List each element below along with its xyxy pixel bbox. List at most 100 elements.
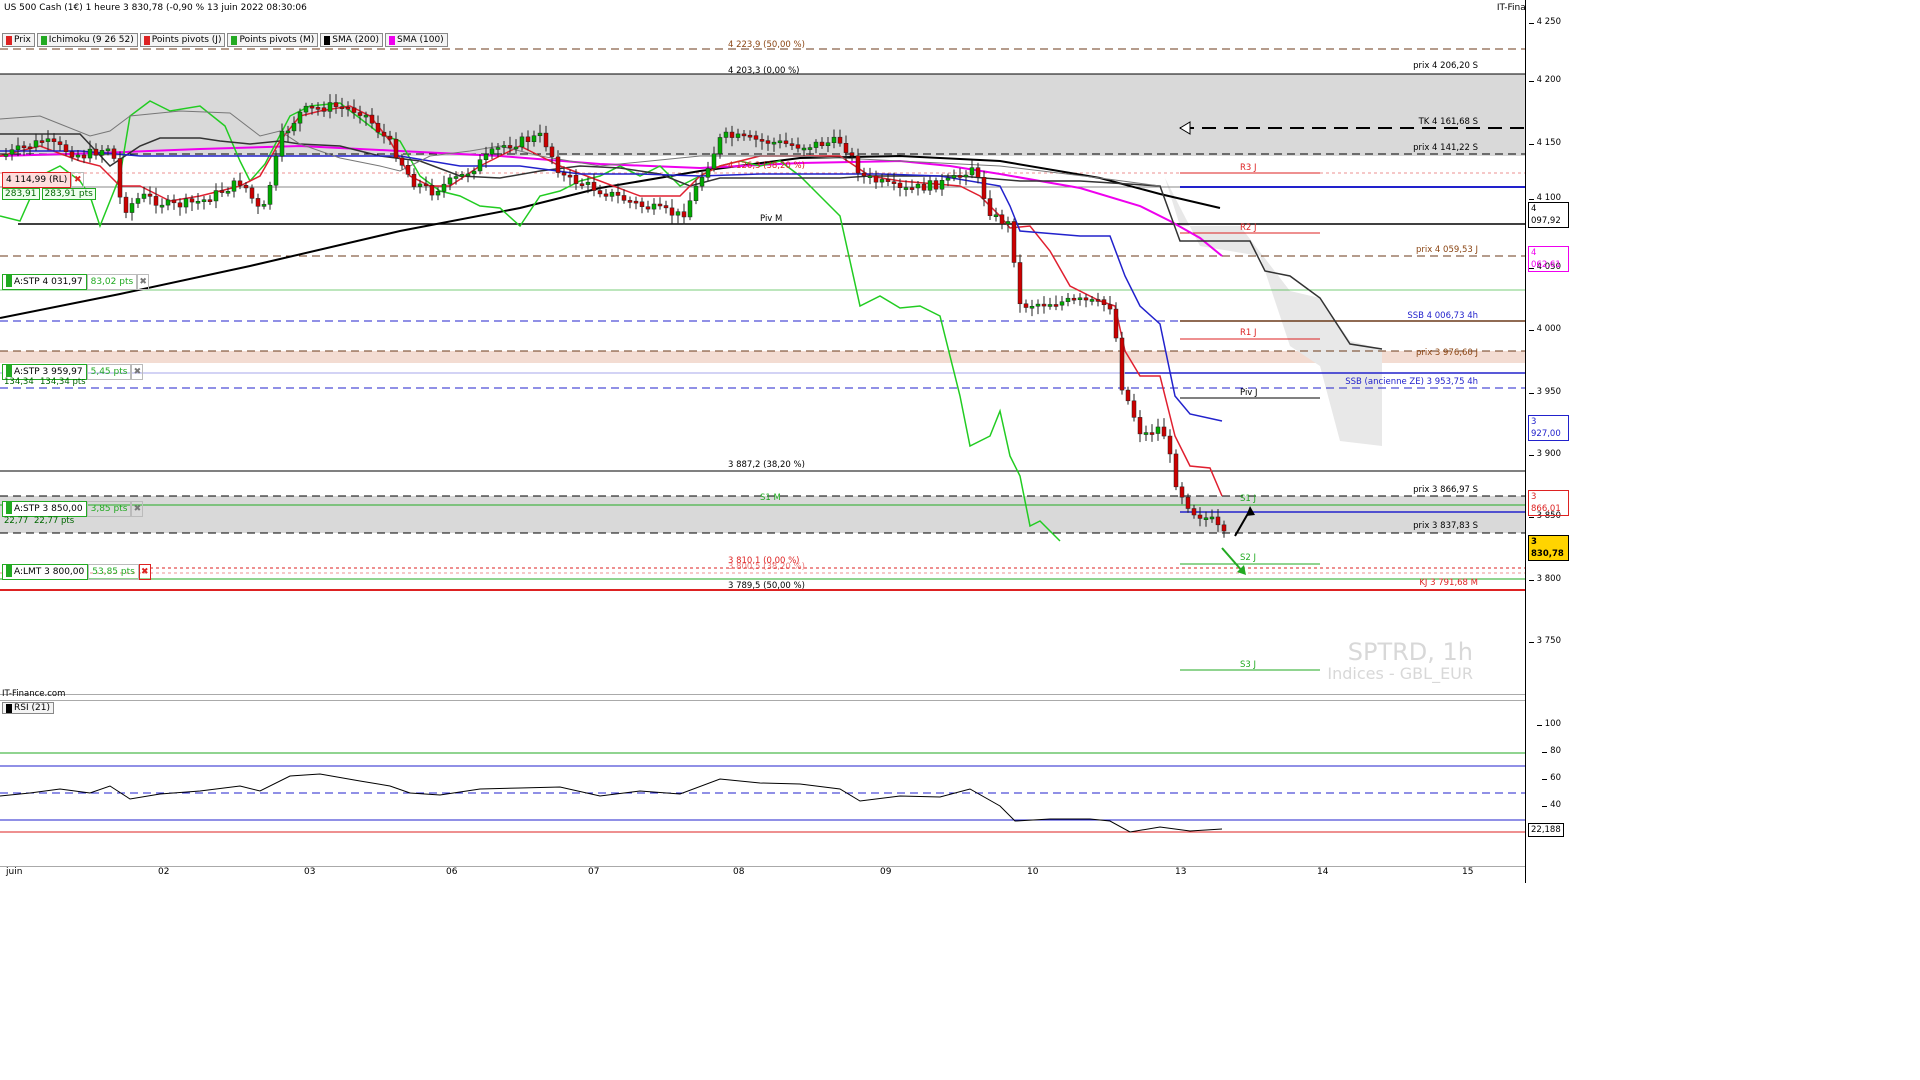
tick-3800: 3 800 xyxy=(1528,574,1561,584)
x-label-03: 03 xyxy=(304,867,316,877)
s1m-label: S1 M xyxy=(760,493,781,503)
rsi-line xyxy=(0,773,1223,833)
candle-body xyxy=(1185,496,1191,509)
s2j-label: S2 J xyxy=(1240,553,1257,563)
legend-ichimoku[interactable]: Ichimoku (9 26 52) xyxy=(36,33,138,47)
candle-body xyxy=(1137,417,1143,435)
candle-body xyxy=(855,155,861,174)
legend-pivots-j[interactable]: Points pivots (J) xyxy=(139,33,226,47)
price-chart[interactable]: Prix Ichimoku (9 26 52) Points pivots (J… xyxy=(0,16,1525,695)
order-stp-3850[interactable]: A:STP 3 850,00 3,85 pts ✖ xyxy=(2,501,144,517)
candle-body xyxy=(153,196,159,206)
candle-body xyxy=(447,177,453,185)
tick-3900: 3 900 xyxy=(1528,449,1561,459)
candle-body xyxy=(753,135,759,140)
fib-hidden-label: 3 800,5 (38,20 %) xyxy=(728,562,805,572)
x-label-10: 10 xyxy=(1027,867,1039,877)
candle-body xyxy=(765,140,771,144)
candle-body xyxy=(213,190,219,202)
candle-body xyxy=(1107,304,1113,310)
candle-body xyxy=(141,193,147,199)
rl-label: 4 114,99 (RL) xyxy=(2,172,72,188)
x-label-15: 15 xyxy=(1462,867,1474,877)
fib-382-mid-label: 3 887,2 (38,20 %) xyxy=(728,460,805,470)
candle-body xyxy=(357,112,363,116)
candle-body xyxy=(363,114,369,118)
kijun-line xyxy=(0,133,1383,350)
price-axis[interactable]: 4 250 4 200 4 150 4 100 4 050 4 000 3 95… xyxy=(1525,0,1569,883)
price-tag-sma100: 4 062,61 xyxy=(1528,246,1569,272)
candle-body xyxy=(1221,524,1227,532)
prix-3837-label: prix 3 837,83 S xyxy=(1413,521,1478,531)
candle-body xyxy=(795,144,801,149)
legend-sma200[interactable]: SMA (200) xyxy=(320,33,383,47)
candle-body xyxy=(243,185,249,189)
candle-body xyxy=(699,177,705,187)
candle-body xyxy=(759,139,765,142)
candle-body xyxy=(453,176,459,179)
candle-body xyxy=(1029,305,1035,309)
price-chart-canvas[interactable] xyxy=(0,16,1525,694)
candle-body xyxy=(633,200,639,204)
candle-body xyxy=(351,107,357,113)
candle-body xyxy=(915,183,921,189)
candle-body xyxy=(1131,400,1137,418)
candle-body xyxy=(831,136,837,143)
candle-body xyxy=(789,143,795,146)
rsi-canvas xyxy=(0,752,1525,833)
chart-title: US 500 Cash (1€) 1 heure 3 830,78 (-0,90… xyxy=(4,3,307,13)
candle-body xyxy=(375,122,381,133)
legend-prix[interactable]: Prix xyxy=(2,33,35,47)
x-label-06: 06 xyxy=(446,867,458,877)
candle-body xyxy=(1077,297,1083,301)
piv-j-label: Piv J xyxy=(1240,388,1258,398)
candle-body xyxy=(285,130,291,134)
close-icon[interactable]: ✖ xyxy=(131,364,144,380)
ichimoku-cloud xyxy=(1165,178,1382,446)
candle-body xyxy=(987,198,993,216)
candle-body xyxy=(393,138,399,159)
close-icon[interactable]: ✖ xyxy=(131,501,144,517)
rl-value-2: 283,91 pts xyxy=(41,188,96,200)
candle-body xyxy=(297,111,303,124)
candle-body xyxy=(237,180,243,186)
legend-pivots-m[interactable]: Points pivots (M) xyxy=(227,33,319,47)
candle-body xyxy=(471,170,477,175)
candle-body xyxy=(435,191,441,196)
candle-body xyxy=(663,205,669,209)
candle-body xyxy=(903,187,909,190)
candle-body xyxy=(615,191,621,196)
rl-close-icon[interactable]: ✖ xyxy=(71,172,85,188)
rsi-panel[interactable]: RSI (21) xyxy=(0,700,1525,867)
stp-small-value-d: 22,77 pts xyxy=(34,516,75,526)
candle-body xyxy=(861,172,867,177)
close-icon[interactable]: ✖ xyxy=(138,564,151,580)
candle-body xyxy=(63,144,69,152)
candle-body xyxy=(45,138,51,142)
candle-body xyxy=(381,131,387,137)
candle-body xyxy=(693,185,699,201)
candle-body xyxy=(1089,299,1095,302)
order-stp-4031[interactable]: A:STP 4 031,97 83,02 pts ✖ xyxy=(2,274,150,290)
candle-body xyxy=(867,175,873,178)
candle-body xyxy=(939,180,945,190)
candle-body xyxy=(189,198,195,203)
s1j-label: S1 J xyxy=(1240,494,1257,504)
time-axis[interactable]: juin 02 03 06 07 08 09 10 13 14 15 xyxy=(0,865,1525,883)
candle-body xyxy=(585,181,591,185)
candle-body xyxy=(1167,435,1173,455)
candle-body xyxy=(873,175,879,183)
candle-body xyxy=(1191,508,1197,516)
candle-body xyxy=(579,183,585,186)
close-icon[interactable]: ✖ xyxy=(137,274,150,290)
prix-4141-label: prix 4 141,22 S xyxy=(1413,143,1478,153)
candle-body xyxy=(477,159,483,172)
candle-body xyxy=(969,167,975,176)
rl-order-box[interactable]: 4 114,99 (RL) ✖ xyxy=(2,172,85,188)
watermark-sub: Indices - GBL_EUR xyxy=(1327,664,1473,683)
candle-body xyxy=(675,211,681,216)
candle-body xyxy=(21,145,27,149)
piv-m-label: Piv M xyxy=(760,214,783,224)
legend-sma100[interactable]: SMA (100) xyxy=(384,33,448,47)
order-lmt-3800[interactable]: A:LMT 3 800,00 53,85 pts ✖ xyxy=(2,564,151,580)
